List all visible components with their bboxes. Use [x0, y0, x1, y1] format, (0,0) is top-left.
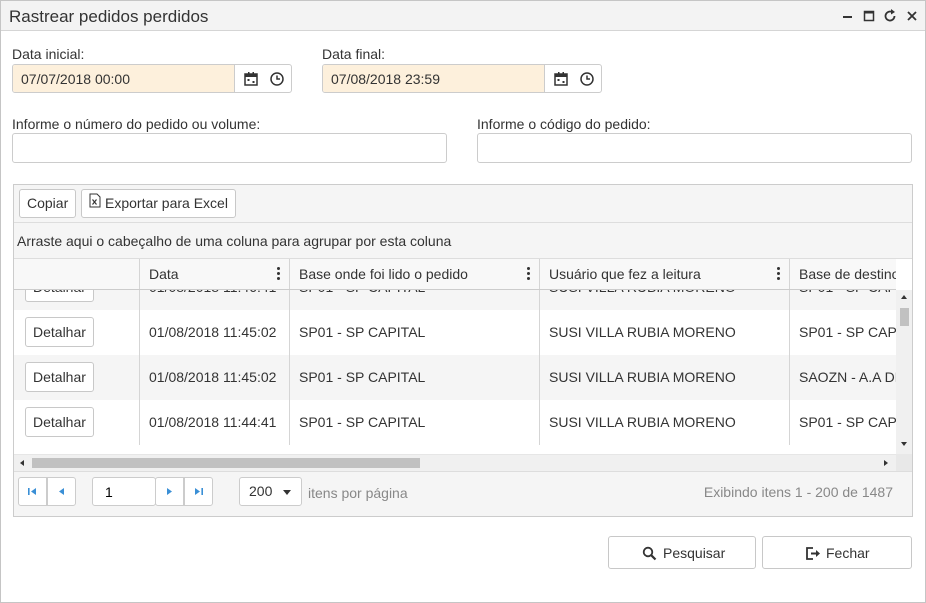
vertical-scrollbar[interactable]	[896, 290, 912, 454]
column-header-date[interactable]: Data	[139, 259, 289, 289]
orders-grid: Copiar Exportar para Excel Arraste aqui …	[13, 184, 913, 517]
clock-icon[interactable]	[268, 70, 286, 88]
cell-destination-base: SAOZN - A.A DE	[789, 355, 896, 400]
calendar-icon[interactable]	[242, 70, 260, 88]
table-row: Detalhar 01/08/2018 11:44:41 SP01 - SP C…	[14, 400, 896, 445]
kebab-menu-icon[interactable]	[777, 267, 781, 281]
excel-icon	[89, 190, 101, 217]
column-header-label: Usuário que fez a leitura	[549, 266, 701, 282]
grid-toolbar: Copiar Exportar para Excel	[14, 185, 912, 223]
column-header-label: Base de destino	[799, 266, 896, 282]
table-row: Detalhar 01/08/2018 11:46:41 SP01 - SP C…	[14, 290, 896, 310]
page-size-value: 200	[249, 483, 273, 499]
minimize-icon[interactable]	[839, 7, 857, 25]
column-header-reader-user[interactable]: Usuário que fez a leitura	[539, 259, 789, 289]
table-row: Detalhar 01/08/2018 11:45:02 SP01 - SP C…	[14, 355, 896, 400]
order-number-input[interactable]	[12, 133, 447, 163]
next-page-button[interactable]	[155, 477, 184, 506]
export-excel-button-label: Exportar para Excel	[105, 195, 228, 211]
start-date-label: Data inicial:	[12, 46, 85, 62]
cell-date: 01/08/2018 11:46:41	[139, 290, 289, 310]
cell-reader-user: SUSI VILLA RUBIA MORENO	[539, 400, 789, 445]
table-row: Detalhar 01/08/2018 11:45:02 SP01 - SP C…	[14, 310, 896, 355]
detail-button[interactable]: Detalhar	[25, 290, 94, 302]
grouping-hint: Arraste aqui o cabeçalho de uma coluna p…	[17, 233, 452, 249]
page-number-input[interactable]	[92, 477, 156, 506]
horizontal-scrollbar-graphic	[20, 458, 888, 468]
first-page-button[interactable]	[18, 477, 47, 506]
copy-button-label: Copiar	[27, 195, 69, 211]
grid-body: Detalhar 01/08/2018 11:46:41 SP01 - SP C…	[14, 290, 896, 454]
cell-reader-user: SUSI VILLA RUBIA MORENO	[539, 355, 789, 400]
kebab-menu-icon[interactable]	[527, 267, 531, 281]
start-date-picker	[12, 64, 292, 93]
calendar-icon[interactable]	[552, 70, 570, 88]
last-page-icon	[195, 488, 203, 495]
cell-date: 01/08/2018 11:45:02	[139, 355, 289, 400]
cell-read-base: SP01 - SP CAPITAL	[289, 290, 539, 310]
column-header-destination-base[interactable]: Base de destino	[789, 259, 896, 289]
last-page-button[interactable]	[184, 477, 213, 506]
exit-icon	[805, 546, 821, 564]
end-date-input[interactable]	[323, 65, 545, 92]
dialog-window: Rastrear pedidos perdidos Data inicial: …	[0, 0, 926, 603]
scrollbar-corner	[896, 454, 912, 471]
cell-destination-base: SP01 - SP CAPITAL	[789, 400, 896, 445]
next-page-icon	[167, 488, 172, 495]
column-header-label: Data	[149, 266, 179, 282]
items-per-page-label: itens por página	[308, 485, 408, 501]
pager: 200 itens por página Exibindo itens 1 - …	[14, 471, 912, 516]
cell-destination-base: SP01 - SP CAPITAL	[789, 310, 896, 355]
horizontal-scrollbar[interactable]	[14, 454, 896, 471]
export-excel-button[interactable]: Exportar para Excel	[81, 189, 236, 218]
chevron-down-icon	[282, 478, 292, 514]
cell-read-base: SP01 - SP CAPITAL	[289, 355, 539, 400]
order-code-label: Informe o código do pedido:	[477, 116, 651, 132]
cell-date: 01/08/2018 11:45:02	[139, 310, 289, 355]
search-icon	[642, 546, 657, 564]
close-button-label: Fechar	[826, 545, 870, 561]
cell-date: 01/08/2018 11:44:41	[139, 400, 289, 445]
search-button-label: Pesquisar	[663, 545, 726, 561]
cell-read-base: SP01 - SP CAPITAL	[289, 310, 539, 355]
window-title: Rastrear pedidos perdidos	[9, 7, 209, 26]
refresh-icon[interactable]	[881, 7, 899, 25]
start-date-input[interactable]	[13, 65, 235, 92]
detail-button[interactable]: Detalhar	[25, 362, 94, 392]
close-button[interactable]: Fechar	[762, 536, 912, 569]
previous-page-icon	[59, 488, 64, 495]
column-header-label: Base onde foi lido o pedido	[299, 266, 468, 282]
previous-page-button[interactable]	[47, 477, 76, 506]
pager-summary: Exibindo itens 1 - 200 de 1487	[703, 484, 893, 500]
cell-destination-base: SP01 - SP CAPITAL	[789, 290, 896, 310]
kebab-menu-icon[interactable]	[277, 267, 281, 281]
clock-icon[interactable]	[578, 70, 596, 88]
close-icon[interactable]	[903, 7, 921, 25]
search-button[interactable]: Pesquisar	[608, 536, 756, 569]
end-date-picker	[322, 64, 602, 93]
title-bar: Rastrear pedidos perdidos	[1, 1, 925, 31]
order-number-label: Informe o número do pedido ou volume:	[12, 116, 261, 132]
copy-button[interactable]: Copiar	[19, 189, 77, 218]
maximize-icon[interactable]	[860, 7, 878, 25]
column-header-read-base[interactable]: Base onde foi lido o pedido	[289, 259, 539, 289]
vertical-scrollbar-graphic	[900, 295, 909, 446]
cell-reader-user: SUSI VILLA RUBIA MORENO	[539, 310, 789, 355]
detail-button[interactable]: Detalhar	[25, 317, 94, 347]
end-date-label: Data final:	[322, 46, 386, 62]
grouping-panel[interactable]: Arraste aqui o cabeçalho de uma coluna p…	[14, 223, 912, 259]
grid-header: Data Base onde foi lido o pedido Usuário…	[14, 259, 896, 290]
detail-button[interactable]: Detalhar	[25, 407, 94, 437]
cell-reader-user: SUSI VILLA RUBIA MORENO	[539, 290, 789, 310]
cell-read-base: SP01 - SP CAPITAL	[289, 400, 539, 445]
page-size-select[interactable]: 200	[239, 477, 302, 506]
first-page-icon	[28, 488, 36, 495]
order-code-input[interactable]	[477, 133, 912, 163]
